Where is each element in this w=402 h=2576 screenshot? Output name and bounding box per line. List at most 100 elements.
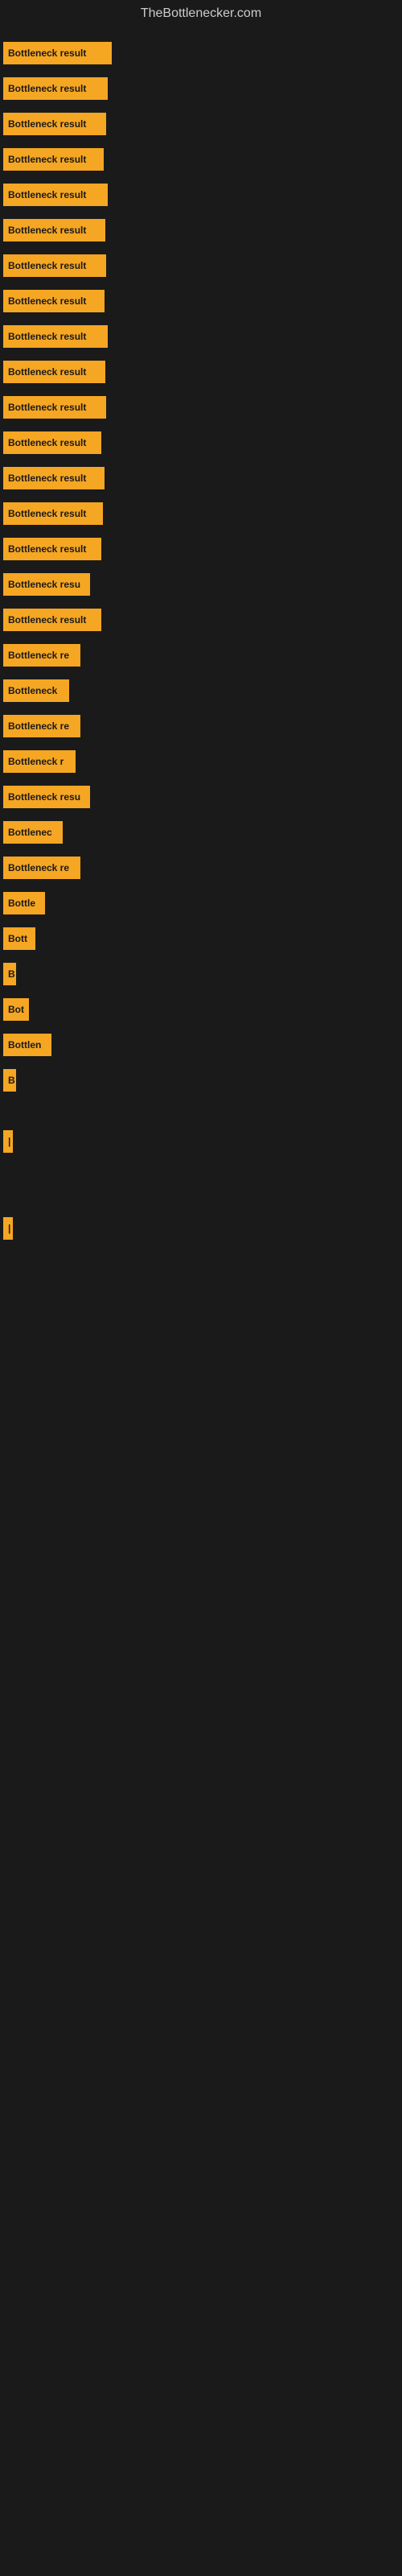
bar-row: Bottleneck result xyxy=(0,142,402,177)
bar-label: Bottleneck re xyxy=(8,720,69,732)
bar-row: Bottleneck result xyxy=(0,425,402,460)
bar-label: Bottleneck result xyxy=(8,260,86,271)
bar-label: | xyxy=(8,1136,10,1147)
bar-label: Bottleneck result xyxy=(8,508,86,519)
bottleneck-bar: Bottleneck result xyxy=(3,396,106,419)
bar-label: Bottleneck result xyxy=(8,154,86,165)
bar-label: Bottleneck re xyxy=(8,862,69,873)
bar-row: Bott xyxy=(0,921,402,956)
bar-row xyxy=(0,1159,402,1172)
bar-row: Bottleneck result xyxy=(0,496,402,531)
bar-label: B xyxy=(8,1075,15,1086)
bar-label: Bottleneck result xyxy=(8,366,86,378)
bar-label: Bottleneck result xyxy=(8,543,86,555)
bar-row xyxy=(0,1198,402,1211)
bar-label: | xyxy=(8,1223,10,1234)
bar-label: B xyxy=(8,968,15,980)
bottleneck-bar: Bottleneck result xyxy=(3,254,106,277)
bottleneck-bar: Bottlen xyxy=(3,1034,51,1056)
bar-row: Bottleneck result xyxy=(0,213,402,248)
bar-row: | xyxy=(0,1124,402,1159)
bottleneck-bar: Bottleneck result xyxy=(3,538,101,560)
bar-row: | xyxy=(0,1211,402,1246)
bar-row: Bottleneck result xyxy=(0,35,402,71)
bar-row: Bottleneck result xyxy=(0,283,402,319)
bar-label: Bottleneck result xyxy=(8,331,86,342)
bottleneck-bar: B xyxy=(3,963,16,985)
bottleneck-bar: Bottleneck result xyxy=(3,184,108,206)
bars-container: Bottleneck result Bottleneck result Bottle… xyxy=(0,27,402,1254)
bar-label: Bottleneck r xyxy=(8,756,64,767)
bottleneck-bar: Bottleneck result xyxy=(3,361,105,383)
bar-row: Bottlen xyxy=(0,1027,402,1063)
bar-label: Bottleneck result xyxy=(8,225,86,236)
bar-row: Bottleneck result xyxy=(0,106,402,142)
bottleneck-bar: Bottleneck result xyxy=(3,219,105,242)
bottleneck-bar: Bottleneck re xyxy=(3,644,80,667)
bar-row: Bottleneck re xyxy=(0,850,402,886)
bar-row: Bottleneck result xyxy=(0,71,402,106)
bottleneck-bar: Bottleneck r xyxy=(3,750,76,773)
bar-row: Bottlenec xyxy=(0,815,402,850)
bar-row: Bottleneck resu xyxy=(0,567,402,602)
bar-row: Bottleneck result xyxy=(0,319,402,354)
bar-label: Bottleneck result xyxy=(8,295,86,307)
bar-row: Bottleneck result xyxy=(0,177,402,213)
bottleneck-bar: Bottleneck result xyxy=(3,290,105,312)
bar-label: Bottleneck result xyxy=(8,189,86,200)
bottleneck-bar: B xyxy=(3,1069,16,1092)
bottleneck-bar: Bottleneck result xyxy=(3,42,112,64)
bar-label: Bottlenec xyxy=(8,827,52,838)
bar-row xyxy=(0,1111,402,1124)
bottleneck-bar: | xyxy=(3,1217,13,1240)
bar-row xyxy=(0,1098,402,1111)
bar-row: Bottleneck result xyxy=(0,390,402,425)
bar-label: Bottleneck result xyxy=(8,614,86,625)
bottleneck-bar: Bottleneck re xyxy=(3,715,80,737)
bar-label: Bottleneck result xyxy=(8,83,86,94)
bar-label: Bottleneck result xyxy=(8,47,86,59)
bottleneck-bar: Bottleneck result xyxy=(3,467,105,489)
bar-row: Bot xyxy=(0,992,402,1027)
bar-row: Bottleneck resu xyxy=(0,779,402,815)
bottleneck-bar: Bottleneck result xyxy=(3,113,106,135)
bar-label: Bottleneck result xyxy=(8,118,86,130)
bar-row: Bottleneck xyxy=(0,673,402,708)
bottleneck-bar: | xyxy=(3,1130,13,1153)
bar-label: Bot xyxy=(8,1004,24,1015)
bottleneck-bar: Bottleneck resu xyxy=(3,573,90,596)
bottleneck-bar: Bottleneck result xyxy=(3,325,108,348)
bottleneck-bar: Bottlenec xyxy=(3,821,63,844)
bar-row: Bottleneck result xyxy=(0,602,402,638)
bar-row: B xyxy=(0,956,402,992)
bar-row: Bottleneck r xyxy=(0,744,402,779)
bar-label: Bottleneck xyxy=(8,685,57,696)
bar-label: Bottleneck re xyxy=(8,650,69,661)
bottleneck-bar: Bottleneck result xyxy=(3,502,103,525)
bottleneck-bar: Bottle xyxy=(3,892,45,914)
bar-row: Bottleneck result xyxy=(0,354,402,390)
bar-row: Bottleneck result xyxy=(0,248,402,283)
bar-label: Bottleneck resu xyxy=(8,579,80,590)
bar-row: Bottleneck re xyxy=(0,638,402,673)
bottleneck-bar: Bottleneck re xyxy=(3,857,80,879)
bottleneck-bar: Bottleneck result xyxy=(3,431,101,454)
bar-label: Bottle xyxy=(8,898,35,909)
bottleneck-bar: Bottleneck xyxy=(3,679,69,702)
bar-row: Bottleneck result xyxy=(0,531,402,567)
site-title: TheBottlenecker.com xyxy=(0,0,402,27)
bar-label: Bottleneck result xyxy=(8,437,86,448)
bar-label: Bott xyxy=(8,933,27,944)
bottleneck-bar: Bottleneck result xyxy=(3,148,104,171)
bottleneck-bar: Bottleneck resu xyxy=(3,786,90,808)
bar-label: Bottleneck result xyxy=(8,473,86,484)
bar-row xyxy=(0,1185,402,1198)
bottleneck-bar: Bot xyxy=(3,998,29,1021)
bar-label: Bottleneck result xyxy=(8,402,86,413)
bar-label: Bottleneck resu xyxy=(8,791,80,803)
bottleneck-bar: Bottleneck result xyxy=(3,609,101,631)
bar-row: B xyxy=(0,1063,402,1098)
bar-row: Bottleneck result xyxy=(0,460,402,496)
bar-label: Bottlen xyxy=(8,1039,41,1051)
bottleneck-bar: Bott xyxy=(3,927,35,950)
